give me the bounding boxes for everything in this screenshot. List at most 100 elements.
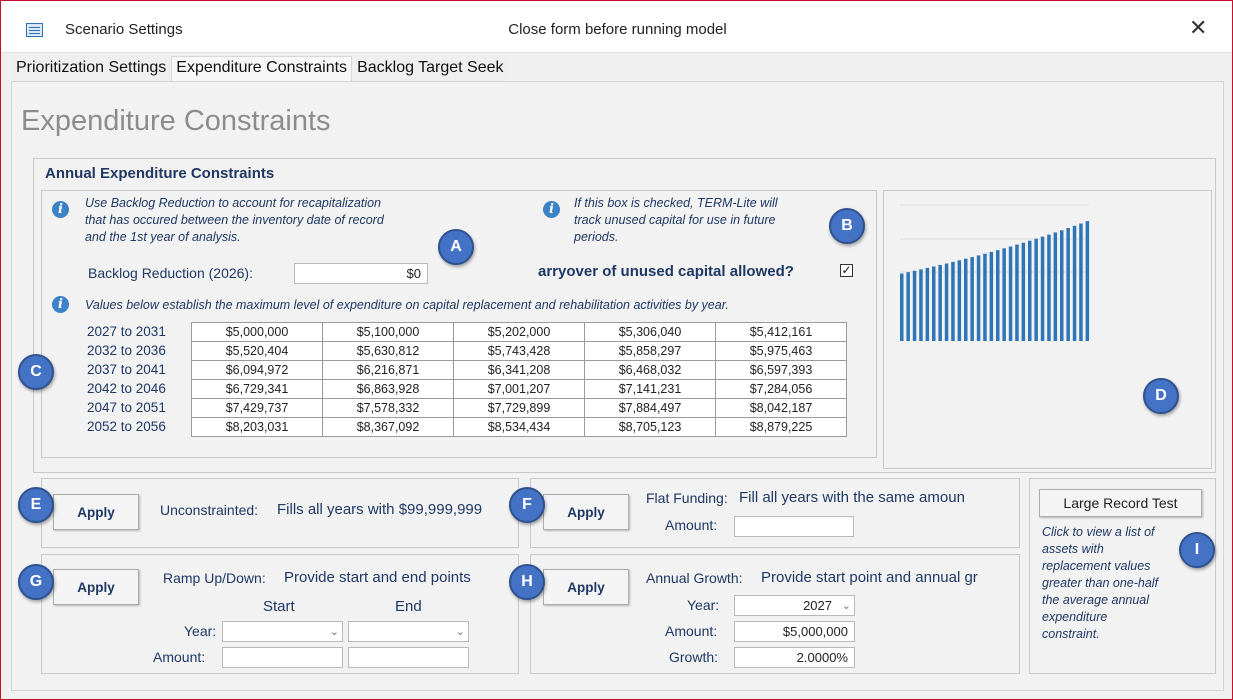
note-line: expenditure (1042, 610, 1108, 624)
chart-bar (951, 261, 955, 341)
growth-amount-label: Amount: (665, 623, 718, 639)
backlog-note-line: and the 1st year of analysis. (85, 230, 241, 244)
expenditure-chart (900, 204, 1090, 341)
flat-funding-desc: Fill all years with the same amoun (739, 489, 965, 506)
section-title: Annual Expenditure Constraints (45, 165, 275, 182)
note-line: Click to view a list of (1042, 525, 1155, 539)
callout-badge-h: H (509, 564, 545, 600)
ramp-start-label: Start (263, 598, 295, 615)
expenditure-cell[interactable]: $5,520,404 (191, 341, 323, 361)
growth-title: Annual Growth: (646, 570, 743, 586)
expenditure-cell[interactable]: $6,863,928 (322, 379, 454, 399)
expenditure-cell[interactable]: $6,341,208 (453, 360, 585, 380)
expenditure-cell[interactable]: $7,578,332 (322, 398, 454, 418)
tab-backlog-target-seek[interactable]: Backlog Target Seek (352, 56, 509, 82)
expenditure-cell[interactable]: $5,000,000 (191, 322, 323, 342)
expenditure-cell[interactable]: $5,630,812 (322, 341, 454, 361)
expenditure-cell[interactable]: $5,100,000 (322, 322, 454, 342)
backlog-note: Use Backlog Reduction to account for rec… (85, 195, 384, 246)
growth-year-select[interactable]: 2027 ⌄ (734, 595, 855, 616)
carryover-checkbox[interactable]: ✓ (840, 264, 853, 277)
expenditure-cell[interactable]: $5,202,000 (453, 322, 585, 342)
year-range-labels: 2027 to 2031 2032 to 2036 2037 to 2041 2… (87, 322, 166, 436)
chart-bar (900, 273, 904, 341)
table-row: $7,429,737 $7,578,332 $7,729,899 $7,884,… (191, 398, 847, 418)
chart-bar (1021, 242, 1026, 341)
backlog-reduction-field[interactable]: $0 (294, 263, 428, 284)
unconstrained-desc: Fills all years with $99,999,999 (277, 501, 483, 518)
ramp-start-amount-field[interactable] (222, 647, 343, 668)
expenditure-cell[interactable]: $7,429,737 (191, 398, 323, 418)
chart-bar (989, 251, 994, 341)
ramp-amount-label: Amount: (153, 649, 206, 665)
expenditure-cell[interactable]: $7,284,056 (715, 379, 847, 399)
callout-badge-b: B (829, 208, 865, 244)
chart-bar (944, 263, 949, 341)
expenditure-cell[interactable]: $8,534,434 (453, 417, 585, 437)
chart-bar (925, 267, 930, 341)
expenditure-cell[interactable]: $8,367,092 (322, 417, 454, 437)
note-line: assets with (1042, 542, 1104, 556)
ramp-end-year-select[interactable]: ⌄ (348, 621, 469, 642)
chart-bar (1053, 232, 1058, 341)
expenditure-cell[interactable]: $5,858,297 (584, 341, 716, 361)
growth-rate-label: Growth: (669, 649, 719, 665)
chart-bar (1079, 223, 1083, 341)
expenditure-cell[interactable]: $6,729,341 (191, 379, 323, 399)
expenditure-cell[interactable]: $8,879,225 (715, 417, 847, 437)
table-row: $6,094,972 $6,216,871 $6,341,208 $6,468,… (191, 360, 847, 380)
growth-rate-field[interactable]: 2.0000% (734, 647, 855, 668)
expenditure-cell[interactable]: $5,743,428 (453, 341, 585, 361)
expenditure-cell[interactable]: $6,216,871 (322, 360, 454, 380)
growth-amount-field[interactable]: $5,000,000 (734, 621, 855, 642)
expenditure-cell[interactable]: $5,306,040 (584, 322, 716, 342)
close-icon[interactable]: ✕ (1189, 16, 1207, 41)
info-icon: i (543, 201, 560, 218)
expenditure-cell[interactable]: $7,001,207 (453, 379, 585, 399)
page-title: Expenditure Constraints (21, 105, 331, 137)
tab-expenditure-constraints[interactable]: Expenditure Constraints (171, 56, 353, 82)
ramp-end-label: End (395, 598, 422, 615)
apply-unconstrained-button[interactable]: Apply (53, 494, 139, 530)
chart-bar (1066, 228, 1070, 341)
ramp-title: Ramp Up/Down: (163, 570, 266, 586)
table-row: $8,203,031 $8,367,092 $8,534,434 $8,705,… (191, 417, 847, 437)
backlog-note-line: Use Backlog Reduction to account for rec… (85, 196, 381, 210)
apply-flat-funding-button[interactable]: Apply (543, 494, 629, 530)
callout-badge-i: I (1179, 532, 1215, 568)
expenditure-chart-frame (883, 190, 1212, 469)
chart-bar (1047, 234, 1051, 341)
flat-amount-label: Amount: (665, 517, 718, 533)
apply-annual-growth-button[interactable]: Apply (543, 569, 629, 605)
expenditure-cell[interactable]: $5,412,161 (715, 322, 847, 342)
expenditure-cell[interactable]: $6,094,972 (191, 360, 323, 380)
ramp-start-year-select[interactable]: ⌄ (222, 621, 343, 642)
callout-badge-c: C (18, 354, 54, 390)
expenditure-grid: $5,000,000 $5,100,000 $5,202,000 $5,306,… (191, 322, 847, 437)
expenditure-cell[interactable]: $7,884,497 (584, 398, 716, 418)
expenditure-cell[interactable]: $8,203,031 (191, 417, 323, 437)
expenditure-cell[interactable]: $6,468,032 (584, 360, 716, 380)
expenditure-cell[interactable]: $7,141,231 (584, 379, 716, 399)
expenditure-cell[interactable]: $8,042,187 (715, 398, 847, 418)
info-icon: i (52, 201, 69, 218)
callout-badge-e: E (18, 487, 54, 523)
chart-bar (1085, 221, 1090, 341)
apply-ramp-button[interactable]: Apply (53, 569, 139, 605)
ramp-year-label: Year: (184, 623, 217, 639)
expenditure-cell[interactable]: $5,975,463 (715, 341, 847, 361)
flat-amount-field[interactable] (734, 516, 854, 537)
expenditure-cell[interactable]: $6,597,393 (715, 360, 847, 380)
callout-badge-a: A (438, 229, 474, 265)
chart-bar (1002, 248, 1006, 341)
expenditure-cell[interactable]: $7,729,899 (453, 398, 585, 418)
ramp-end-amount-field[interactable] (348, 647, 469, 668)
tab-prioritization-settings[interactable]: Prioritization Settings (11, 56, 172, 82)
carryover-note: If this box is checked, TERM-Lite will t… (574, 195, 778, 246)
chart-bar (1034, 238, 1038, 341)
expenditure-cell[interactable]: $8,705,123 (584, 417, 716, 437)
chart-bar (1072, 225, 1077, 341)
carryover-label: arryover of unused capital allowed? (538, 263, 794, 280)
table-row: $5,520,404 $5,630,812 $5,743,428 $5,858,… (191, 341, 847, 361)
large-record-test-button[interactable]: Large Record Test (1039, 489, 1202, 517)
